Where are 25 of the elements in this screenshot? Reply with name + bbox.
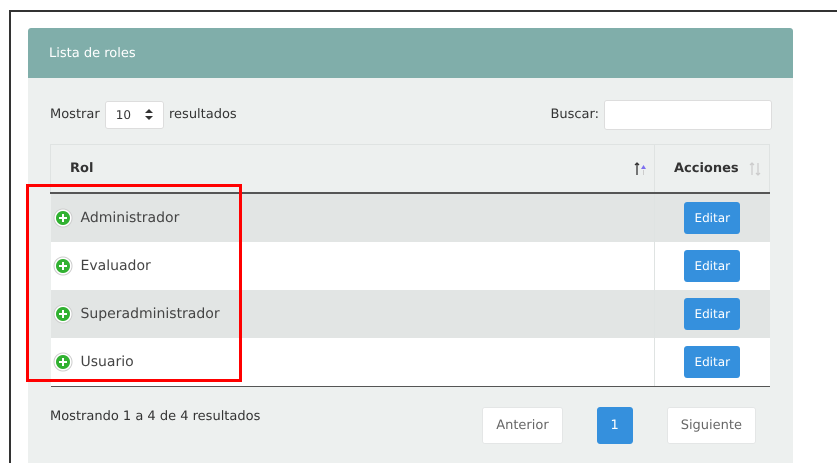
- role-name: Usuario: [80, 354, 134, 370]
- edit-button[interactable]: Editar: [684, 346, 740, 378]
- search-field[interactable]: [604, 100, 772, 130]
- role-name: Evaluador: [80, 258, 151, 274]
- pagination-button[interactable]: Siguiente: [666, 407, 756, 444]
- expand-plus-icon[interactable]: [52, 352, 72, 372]
- page-size-select[interactable]: 10: [104, 100, 164, 128]
- sort-caret-icon: [144, 109, 153, 120]
- results-info: Mostrando 1 a 4 de 4 resultados: [50, 409, 260, 424]
- expand-plus-icon[interactable]: [52, 208, 72, 228]
- role-name: Administrador: [80, 210, 180, 226]
- expand-plus-icon[interactable]: [52, 256, 72, 276]
- pagination-button[interactable]: Anterior: [482, 407, 563, 444]
- search-label: Buscar:: [550, 107, 599, 122]
- edit-button[interactable]: Editar: [684, 202, 740, 234]
- column-header[interactable]: Rol: [50, 144, 654, 193]
- show-label: Mostrar: [50, 107, 100, 122]
- edit-button[interactable]: Editar: [684, 250, 740, 282]
- column-header[interactable]: Acciones: [654, 144, 770, 193]
- results-label: resultados: [168, 107, 237, 122]
- edit-button[interactable]: Editar: [684, 298, 740, 330]
- panel-title: Lista de roles: [49, 46, 136, 60]
- role-name: Superadministrador: [80, 306, 220, 322]
- expand-plus-icon[interactable]: [52, 304, 72, 324]
- page-button[interactable]: 1: [596, 407, 633, 444]
